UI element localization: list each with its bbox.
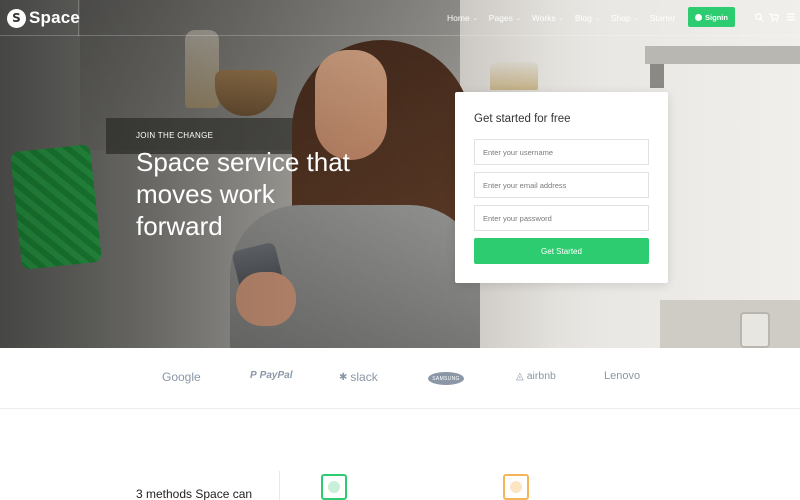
- email-field[interactable]: Enter your email address: [474, 172, 649, 198]
- nav-item-pages[interactable]: Pages ⌄: [489, 13, 521, 23]
- signup-title: Get started for free: [474, 113, 571, 125]
- feature-icon-green: [321, 474, 347, 500]
- user-icon: [695, 13, 703, 21]
- nav-item-starter[interactable]: Starter: [650, 13, 676, 23]
- hero-overlay: [0, 0, 800, 348]
- chevron-down-icon: ⌄: [594, 15, 600, 22]
- nav-item-works[interactable]: Works ⌄: [532, 13, 564, 23]
- partner-logo-google: Google: [162, 370, 201, 384]
- chevron-down-icon: ⌄: [633, 15, 639, 22]
- partner-logo-label: airbnb: [526, 370, 556, 382]
- username-field[interactable]: Enter your username: [474, 139, 649, 165]
- signup-card: Get started for free Enter your username…: [455, 92, 668, 283]
- partner-logo-samsung: SAMSUNG: [428, 372, 464, 385]
- paypal-icon: P: [250, 370, 257, 381]
- site-logo[interactable]: S Space: [7, 6, 80, 30]
- partner-logo-paypal: P PayPal: [250, 370, 292, 381]
- logo-text: Space: [29, 8, 81, 27]
- get-started-button[interactable]: Get Started: [474, 238, 649, 264]
- partner-logo-label: SAMSUNG: [432, 375, 460, 382]
- nav-item-label: Starter: [649, 13, 676, 23]
- signin-button[interactable]: Signin: [688, 7, 735, 27]
- feature-icon-orange: [503, 474, 529, 500]
- hero-eyebrow: JOIN THE CHANGE: [136, 131, 214, 140]
- password-field[interactable]: Enter your password: [474, 205, 649, 231]
- menu-icon[interactable]: [784, 10, 798, 24]
- slack-icon: ✱: [339, 371, 348, 383]
- partner-logo-strip: [0, 348, 800, 409]
- partner-logo-slack: ✱ slack: [339, 370, 378, 384]
- logo-mark-icon: S: [7, 8, 26, 28]
- top-navbar: S Space Home ⌄ Pages ⌄ Works ⌄ Blog ⌄ Sh…: [0, 0, 800, 36]
- partner-logo-label: slack: [350, 370, 378, 384]
- page: S Space Home ⌄ Pages ⌄ Works ⌄ Blog ⌄ Sh…: [0, 0, 800, 500]
- nav-item-label: Works: [531, 13, 556, 23]
- nav-item-blog[interactable]: Blog ⌄: [575, 13, 600, 23]
- partner-logo-airbnb: ◬ airbnb: [516, 370, 556, 382]
- main-nav: Home ⌄ Pages ⌄ Works ⌄ Blog ⌄ Shop ⌄ Sta…: [447, 0, 686, 36]
- partner-logo-label: Lenovo: [604, 370, 641, 382]
- airbnb-icon: ◬: [516, 370, 524, 382]
- chevron-down-icon: ⌄: [515, 15, 521, 22]
- partner-logo-label: PayPal: [259, 370, 293, 381]
- nav-item-home[interactable]: Home ⌄: [447, 13, 478, 23]
- nav-item-label: Pages: [488, 13, 513, 23]
- signin-label: Signin: [705, 12, 728, 22]
- section-heading: 3 methods Space can: [136, 487, 253, 500]
- chevron-down-icon: ⌄: [472, 15, 478, 22]
- chevron-down-icon: ⌄: [558, 15, 564, 22]
- nav-item-label: Shop: [610, 13, 631, 23]
- nav-item-label: Blog: [574, 13, 592, 23]
- search-icon[interactable]: [752, 10, 766, 24]
- hero-headline: Space service that moves work forward: [136, 147, 350, 241]
- partner-logo-label: Google: [162, 370, 201, 384]
- partner-logo-lenovo: Lenovo: [604, 370, 640, 382]
- cart-icon[interactable]: [767, 10, 781, 24]
- section-divider: [279, 471, 280, 500]
- nav-item-label: Home: [447, 13, 470, 23]
- hero-section: [0, 0, 800, 348]
- logo-divider: [78, 0, 79, 36]
- nav-item-shop[interactable]: Shop ⌄: [611, 13, 639, 23]
